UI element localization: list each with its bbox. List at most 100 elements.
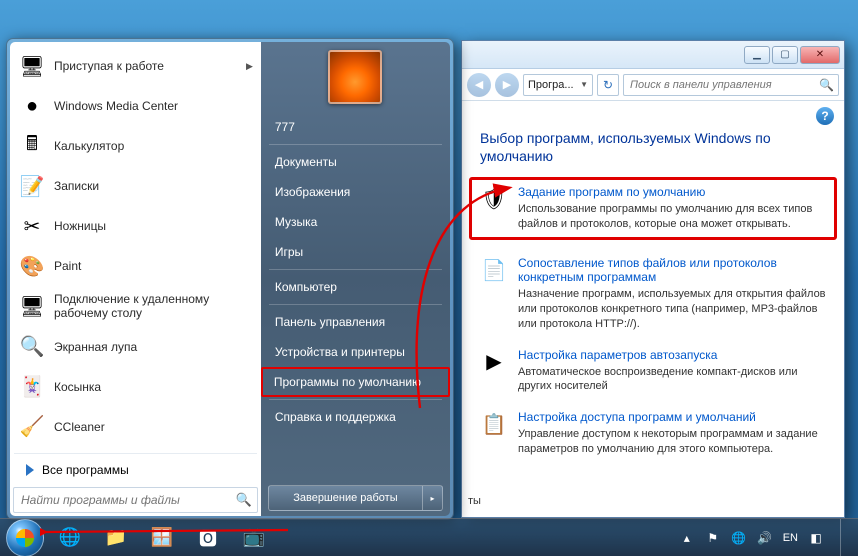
app-label: Paint — [54, 259, 81, 273]
taskbar: 🌐📁🪟🅾📺 ▴ ⚑ 🌐 🔊 EN ◧ — [0, 518, 858, 556]
start-menu-right-pane: 777 ДокументыИзображенияМузыкаИгры Компьют… — [261, 42, 450, 516]
start-search-input[interactable] — [19, 492, 236, 508]
start-app-item[interactable]: 🖥 Приступая к работе ▶ — [12, 46, 259, 86]
cp-option-desc: Использование программы по умолчанию для… — [518, 202, 826, 232]
search-input[interactable] — [628, 78, 819, 92]
system-tray: ▴ ⚑ 🌐 🔊 EN ◧ — [679, 519, 852, 556]
app-label: Подключение к удаленному рабочему столу — [54, 292, 253, 321]
start-system-link[interactable]: Справка и поддержка — [261, 402, 450, 432]
start-app-item[interactable]: 📝 Записки — [12, 166, 259, 206]
cp-option-desc: Назначение программ, используемых для от… — [518, 287, 826, 332]
app-label: Ножницы — [54, 219, 106, 233]
app-label: Приступая к работе — [54, 59, 164, 73]
language-indicator[interactable]: EN — [783, 532, 798, 544]
cp-option-link[interactable]: Настройка доступа программ и умолчаний — [518, 410, 756, 424]
start-search-box[interactable]: 🔍 — [13, 487, 258, 513]
start-app-item[interactable]: 🖥 Подключение к удаленному рабочему столу — [12, 286, 259, 327]
tray-network-icon[interactable]: 🌐 — [731, 531, 747, 545]
taskbar-app-button[interactable]: 📁 — [96, 524, 136, 552]
start-app-item[interactable]: 🎨 Paint — [12, 246, 259, 286]
partial-covered-text: ты — [468, 495, 481, 507]
app-label: Записки — [54, 179, 99, 193]
control-panel-window: ▁ ▢ ✕ ◀ ▶ Програ... ▼ ↻ 🔍 ? Выбор програ… — [461, 40, 845, 518]
start-system-link[interactable]: Документы — [261, 147, 450, 177]
app-icon: ✂ — [18, 212, 46, 240]
cp-option-desc: Автоматическое воспроизведение компакт-д… — [518, 365, 826, 395]
file-assoc-icon: 📄 — [480, 256, 508, 284]
app-icon: ● — [18, 92, 46, 120]
all-programs-arrow-icon — [26, 464, 34, 476]
start-menu-left-pane: 🖥 Приступая к работе ▶ ● Windows Media Cente… — [10, 42, 261, 516]
start-system-link[interactable]: Компьютер — [261, 272, 450, 302]
cp-option-link[interactable]: Задание программ по умолчанию — [518, 185, 705, 199]
tray-flag-icon[interactable]: ⚑ — [705, 531, 721, 545]
start-app-item[interactable]: 🃏Косынка — [12, 367, 259, 407]
start-system-link[interactable]: 777 — [261, 112, 450, 142]
app-icon: 📝 — [18, 172, 46, 200]
cp-option-access[interactable]: 📋 Настройка доступа программ и умолчаний… — [480, 410, 826, 457]
app-label: Экранная лупа — [54, 340, 137, 354]
page-heading: Выбор программ, используемых Windows по … — [480, 129, 826, 165]
start-system-link[interactable]: Программы по умолчанию — [261, 367, 450, 397]
start-system-link[interactable]: Изображения — [261, 177, 450, 207]
app-icon: 🖩 — [18, 132, 46, 160]
taskbar-app-button[interactable]: 🌐 — [50, 524, 90, 552]
tray-chevron-icon[interactable]: ▴ — [679, 531, 695, 545]
shutdown-options-button[interactable]: ▸ — [423, 485, 443, 511]
app-label: Калькулятор — [54, 139, 124, 153]
cp-option-autoplay[interactable]: ▶ Настройка параметров автозапуска Автом… — [480, 348, 826, 395]
start-app-item[interactable]: 🖩 Калькулятор — [12, 126, 259, 166]
app-icon: 🔍 — [18, 333, 46, 361]
app-icon: 🎨 — [18, 252, 46, 280]
app-icon: 🖥 — [18, 52, 46, 80]
start-system-link[interactable]: Музыка — [261, 207, 450, 237]
tray-extra-icon[interactable]: ◧ — [808, 531, 824, 545]
cp-option-desc: Управление доступом к некоторым программ… — [518, 427, 826, 457]
app-icon: 🖥 — [18, 292, 46, 320]
app-icon: 🧹 — [18, 413, 46, 441]
app-label: Windows Media Center — [54, 99, 178, 113]
close-button[interactable]: ✕ — [800, 46, 840, 64]
submenu-arrow-icon: ▶ — [246, 61, 253, 72]
taskbar-app-button[interactable]: 🅾 — [188, 524, 228, 552]
show-desktop-button[interactable] — [840, 519, 852, 556]
all-programs-label: Все программы — [42, 463, 129, 477]
refresh-button[interactable]: ↻ — [597, 74, 619, 96]
nav-back-button[interactable]: ◀ — [467, 73, 491, 97]
start-system-link[interactable]: Панель управления — [261, 307, 450, 337]
taskbar-app-button[interactable]: 🪟 — [142, 524, 182, 552]
start-app-item[interactable]: 🧹CCleaner — [12, 407, 259, 447]
search-icon: 🔍 — [819, 78, 834, 92]
cp-option-link[interactable]: Сопоставление типов файлов или протоколо… — [518, 256, 777, 284]
navigation-bar: ◀ ▶ Програ... ▼ ↻ 🔍 — [462, 69, 844, 101]
cp-option-assoc[interactable]: 📄 Сопоставление типов файлов или протоко… — [480, 256, 826, 332]
system-links-list: 777 ДокументыИзображенияМузыкаИгры Компьют… — [261, 108, 450, 480]
start-system-link[interactable]: Игры — [261, 237, 450, 267]
cp-option-link[interactable]: Настройка параметров автозапуска — [518, 348, 717, 362]
program-access-icon: 📋 — [480, 410, 508, 438]
tray-volume-icon[interactable]: 🔊 — [757, 531, 773, 545]
window-titlebar[interactable]: ▁ ▢ ✕ — [462, 41, 844, 69]
all-programs-button[interactable]: Все программы — [10, 456, 261, 484]
start-app-item[interactable]: 🔍 Экранная лупа — [12, 327, 259, 367]
taskbar-pinned-apps: 🌐📁🪟🅾📺 — [44, 524, 274, 552]
maximize-button[interactable]: ▢ — [772, 46, 798, 64]
start-app-item[interactable]: ✂ Ножницы — [12, 206, 259, 246]
shutdown-button[interactable]: Завершение работы — [268, 485, 423, 511]
pinned-programs-list: 🖥 Приступая к работе ▶ ● Windows Media Cente… — [10, 42, 261, 451]
start-app-item[interactable]: ● Windows Media Center — [12, 86, 259, 126]
start-system-link[interactable]: Устройства и принтеры — [261, 337, 450, 367]
search-box[interactable]: 🔍 — [623, 74, 839, 96]
minimize-button[interactable]: ▁ — [744, 46, 770, 64]
taskbar-app-button[interactable]: 📺 — [234, 524, 274, 552]
start-orb-button[interactable] — [6, 519, 44, 556]
help-icon[interactable]: ? — [816, 107, 834, 125]
app-icon: 🃏 — [18, 373, 46, 401]
search-icon: 🔍 — [236, 492, 252, 508]
cp-option-set-defaults[interactable]: 🛡 Задание программ по умолчанию Использо… — [469, 177, 837, 240]
address-bar[interactable]: Програ... ▼ — [523, 74, 593, 96]
address-dropdown-icon[interactable]: ▼ — [580, 80, 588, 89]
user-avatar[interactable] — [328, 50, 382, 104]
nav-forward-button[interactable]: ▶ — [495, 73, 519, 97]
control-panel-content: ? Выбор программ, используемых Windows п… — [462, 101, 844, 517]
